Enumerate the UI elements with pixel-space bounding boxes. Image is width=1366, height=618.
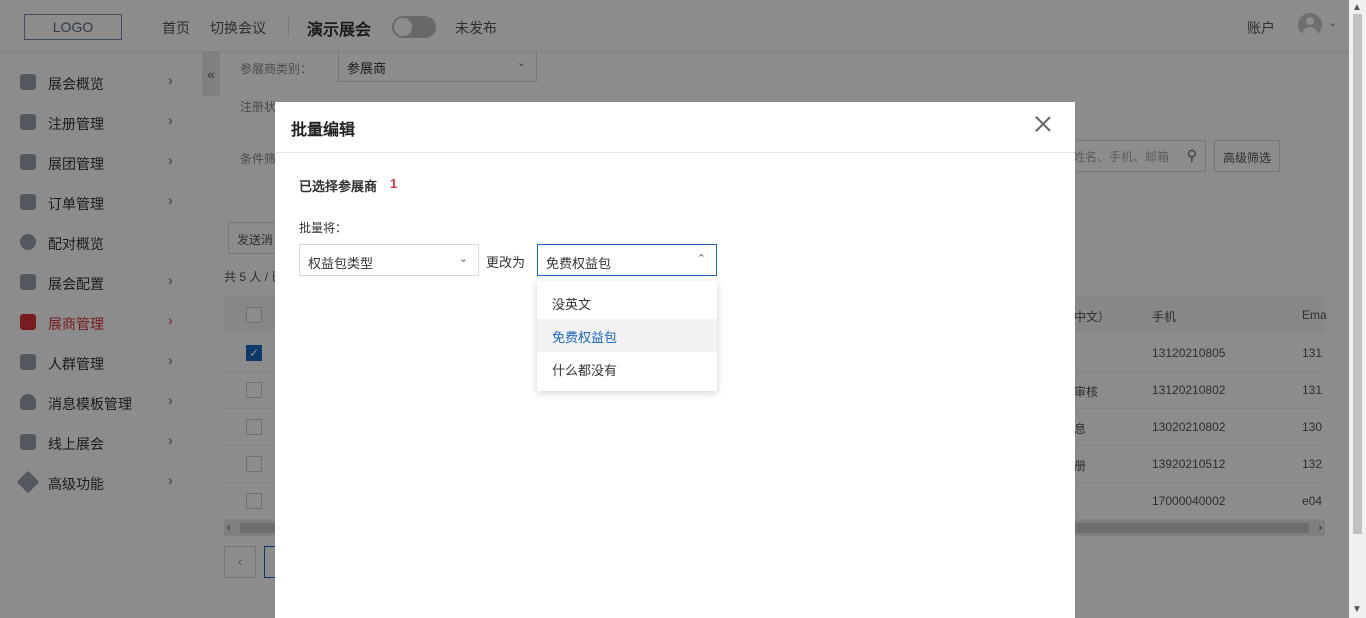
dropdown-option-selected[interactable]: 免费权益包 (537, 319, 717, 352)
modal-header: 批量编辑 (275, 102, 1075, 153)
batch-label: 批量将： (299, 221, 348, 235)
chevron-down-icon: ⌄ (458, 253, 468, 265)
selected-count: 1 (390, 176, 398, 191)
field-select[interactable]: 权益包类型 ⌄ (299, 244, 479, 276)
page-scrollbar[interactable]: ▲ ▼ (1349, 0, 1366, 618)
modal-title: 批量编辑 (291, 122, 356, 139)
close-icon[interactable] (1033, 114, 1053, 134)
selected-exhibitors-label: 已选择参展商 (299, 179, 378, 194)
field-select-value: 权益包类型 (308, 256, 374, 271)
scroll-up-icon[interactable]: ▲ (1352, 2, 1362, 13)
dropdown-option[interactable]: 没英文 (537, 286, 717, 319)
scrollbar-thumb[interactable] (1353, 14, 1362, 534)
value-select[interactable]: 免费权益包 ⌃ (537, 244, 717, 276)
batch-edit-modal: 批量编辑 已选择参展商 1 批量将： 权益包类型 ⌄ 更改为 免费权益包 ⌃ 没… (275, 102, 1075, 618)
chevron-up-icon: ⌃ (696, 253, 706, 265)
dropdown-option[interactable]: 什么都没有 (537, 352, 717, 385)
change-to-label: 更改为 (486, 255, 526, 270)
scroll-down-icon[interactable]: ▼ (1352, 604, 1362, 615)
value-dropdown: 没英文 免费权益包 什么都没有 (537, 281, 717, 391)
value-select-value: 免费权益包 (546, 256, 612, 271)
